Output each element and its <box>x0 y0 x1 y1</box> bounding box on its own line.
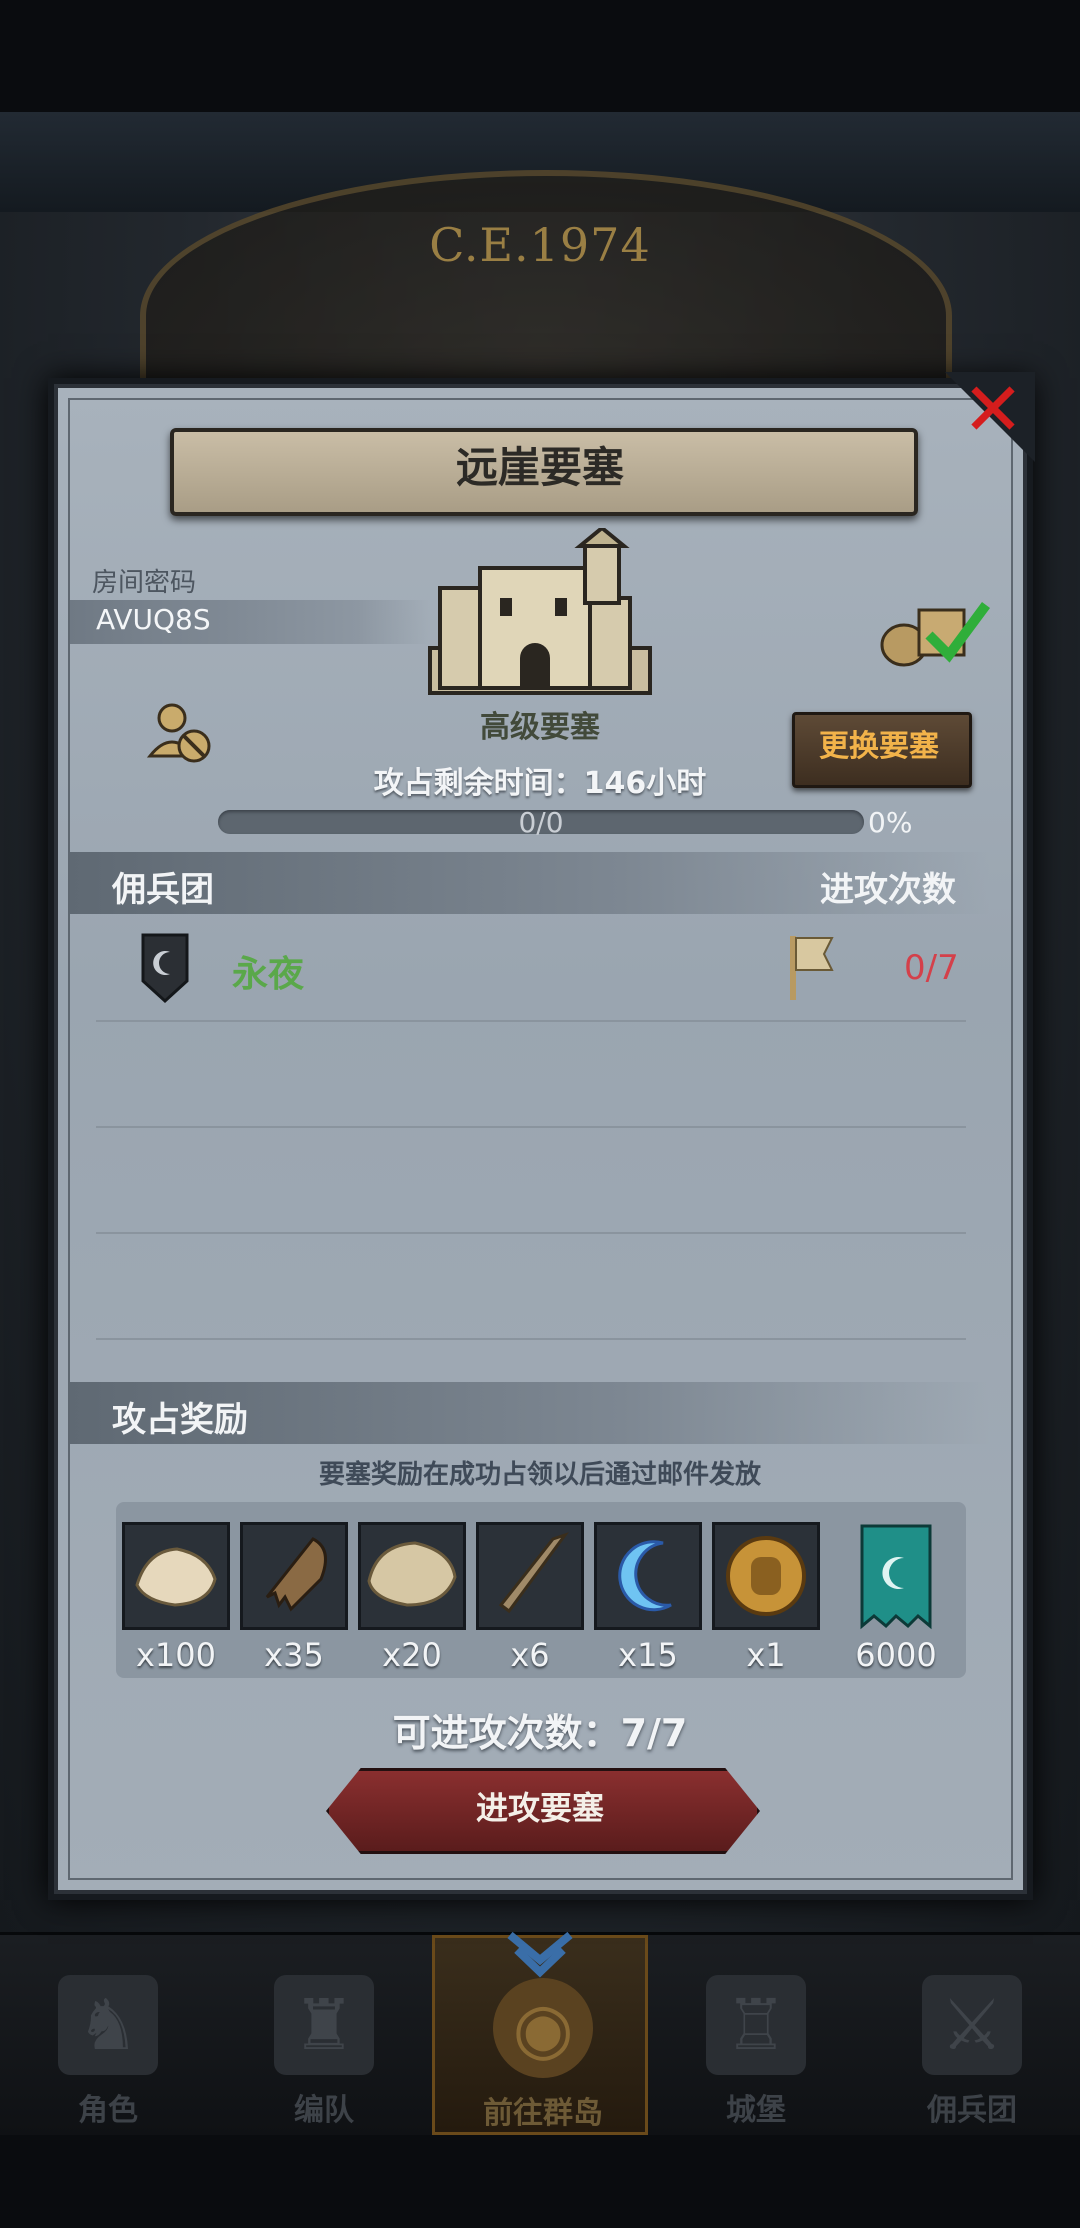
nav-label: 编队 <box>294 2093 354 2128</box>
room-code-value[interactable]: AVUQ8S <box>96 603 211 636</box>
nav-label: 城堡 <box>726 2093 786 2128</box>
reward-qty: x100 <box>135 1636 216 1674</box>
guild-column-header: 佣兵团 <box>112 870 214 910</box>
rewards-title: 攻占奖励 <box>112 1400 248 1440</box>
globe-icon: ◉ <box>493 1978 593 2078</box>
fortress-level: 高级要塞 <box>480 710 600 745</box>
attack-fortress-button[interactable]: 进攻要塞 <box>326 1768 754 1848</box>
fur-hide-icon[interactable] <box>358 1522 466 1630</box>
attacks-column-header: 进攻次数 <box>820 870 956 910</box>
nav-label: 前往群岛 <box>483 2096 603 2131</box>
beast-claw-icon[interactable] <box>240 1522 348 1630</box>
wool-pelt-icon[interactable] <box>122 1522 230 1630</box>
knight-medal-icon[interactable] <box>712 1522 820 1630</box>
guild-name[interactable]: 永夜 <box>232 945 304 997</box>
reward-qty: x20 <box>382 1636 442 1674</box>
user-block-icon[interactable] <box>146 700 216 766</box>
era-label: C.E.1974 <box>429 218 651 272</box>
reward-qty: 6000 <box>855 1636 937 1674</box>
mercenary-icon: ⚔ <box>922 1975 1022 2075</box>
chevron-down-icon <box>507 1931 573 1978</box>
nav-label: 角色 <box>78 2093 138 2128</box>
nav-item-team[interactable]: ♜ 编队 <box>216 1935 432 2135</box>
nav-item-castle[interactable]: ♖ 城堡 <box>648 1935 864 2135</box>
flag-icon <box>790 936 834 1000</box>
row-divider <box>96 1338 966 1340</box>
row-divider <box>96 1020 966 1022</box>
row-divider <box>96 1232 966 1234</box>
reward-qty: x15 <box>618 1636 678 1674</box>
reward-qty: x35 <box>264 1636 324 1674</box>
reward-qty: x6 <box>510 1636 550 1674</box>
room-code-label: 房间密码 <box>92 568 197 598</box>
team-icon: ♜ <box>274 1975 374 2075</box>
progress-count: 0/0 <box>518 806 564 839</box>
nav-item-mercenary[interactable]: ⚔ 佣兵团 <box>864 1935 1080 2135</box>
knight-helmet-icon: ♞ <box>58 1975 158 2075</box>
row-divider <box>96 1126 966 1128</box>
crescent-moon-icon[interactable] <box>594 1522 702 1630</box>
guild-attack-count: 0/7 <box>904 948 959 988</box>
remaining-time: 攻占剩余时间：146小时 <box>373 766 707 801</box>
guild-shield-icon <box>141 933 189 1004</box>
close-icon[interactable]: ✕ <box>958 373 1028 447</box>
rewards-note: 要塞奖励在成功占领以后通过邮件发放 <box>318 1460 761 1490</box>
horn-icon[interactable] <box>476 1522 584 1630</box>
change-fortress-button[interactable]: 更换要塞 <box>792 712 966 782</box>
loot-bag-check-icon[interactable] <box>874 590 994 670</box>
fortress-castle-icon <box>428 528 652 695</box>
progress-percent: 0% <box>868 806 913 839</box>
dialog-title: 远崖要塞 <box>455 443 624 492</box>
castle-icon: ♖ <box>706 1975 806 2075</box>
reward-qty: x1 <box>746 1636 786 1674</box>
nav-label: 佣兵团 <box>927 2093 1017 2128</box>
attempts-remaining: 可进攻次数：7/7 <box>392 1711 688 1755</box>
guild-banner-icon[interactable] <box>856 1522 936 1630</box>
nav-item-role[interactable]: ♞ 角色 <box>0 1935 216 2135</box>
